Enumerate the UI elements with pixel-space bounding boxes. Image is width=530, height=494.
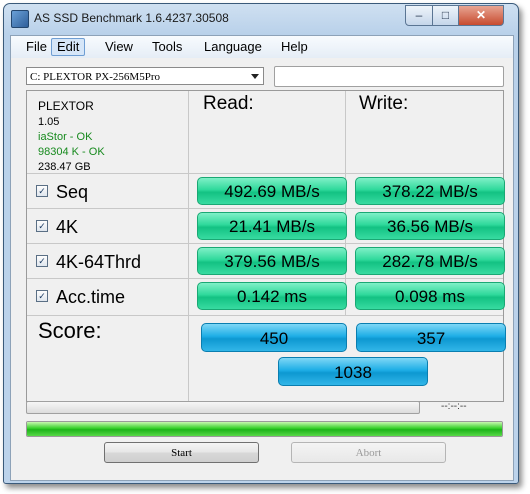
- check-icon[interactable]: ✓: [36, 220, 48, 233]
- minimize-button[interactable]: ‒: [405, 5, 433, 26]
- menu-help[interactable]: Help: [276, 39, 313, 55]
- acctime-read-value: 0.142 ms: [197, 282, 347, 310]
- drive-select[interactable]: C: PLEXTOR PX-256M5Pro: [26, 67, 264, 85]
- path-input[interactable]: [274, 66, 504, 87]
- menu-tools[interactable]: Tools: [147, 39, 187, 55]
- row-4k-label[interactable]: ✓ 4K: [36, 214, 78, 240]
- window-title: AS SSD Benchmark 1.6.4237.30508: [34, 11, 229, 25]
- overall-progress-fill: [27, 422, 502, 436]
- 4k64-read-value: 379.56 MB/s: [197, 247, 347, 275]
- close-icon: ✕: [475, 8, 487, 22]
- results-grid: PLEXTOR 1.05 iaStor - OK 98304 K - OK 23…: [26, 90, 506, 402]
- drive-model: PLEXTOR: [38, 99, 94, 113]
- 4k-write-value: 36.56 MB/s: [355, 212, 505, 240]
- minimize-icon: ‒: [415, 8, 423, 22]
- abort-button[interactable]: Abort: [291, 442, 446, 463]
- drive-select-value: C: PLEXTOR PX-256M5Pro: [30, 71, 160, 83]
- row-seq-label[interactable]: ✓ Seq: [36, 179, 88, 205]
- title-bar[interactable]: AS SSD Benchmark 1.6.4237.30508 ‒ □ ✕: [4, 4, 518, 34]
- maximize-icon: □: [441, 8, 450, 22]
- score-label: Score:: [38, 318, 102, 343]
- chevron-down-icon: [251, 74, 259, 79]
- app-window: AS SSD Benchmark 1.6.4237.30508 ‒ □ ✕ Fi…: [3, 3, 519, 484]
- menu-view[interactable]: View: [100, 39, 138, 55]
- grid-divider-1: [188, 91, 189, 401]
- seq-write-value: 378.22 MB/s: [355, 177, 505, 205]
- test-progress-bar: [26, 401, 420, 414]
- close-button[interactable]: ✕: [458, 5, 504, 26]
- menu-file[interactable]: File: [21, 39, 52, 55]
- start-button[interactable]: Start: [104, 442, 259, 463]
- grid-row-line-4: [27, 278, 503, 279]
- 4k-read-value: 21.41 MB/s: [197, 212, 347, 240]
- write-header: Write:: [359, 93, 409, 114]
- grid-row-line-3: [27, 243, 503, 244]
- read-header: Read:: [203, 93, 254, 114]
- drive-firmware: 1.05: [38, 116, 60, 128]
- app-icon: [11, 10, 29, 28]
- elapsed-time: --:--:--: [441, 401, 467, 412]
- score-read: 450: [201, 323, 347, 352]
- seq-read-value: 492.69 MB/s: [197, 177, 347, 205]
- row-4k64-label[interactable]: ✓ 4K-64Thrd: [36, 249, 141, 275]
- alignment-status: 98304 K - OK: [38, 146, 105, 158]
- overall-progress-bar: [26, 421, 503, 437]
- grid-row-line-2: [27, 208, 503, 209]
- acctime-write-value: 0.098 ms: [355, 282, 505, 310]
- grid-row-line-5: [27, 315, 503, 316]
- driver-status: iaStor - OK: [38, 131, 93, 143]
- maximize-button[interactable]: □: [432, 5, 459, 26]
- 4k64-write-value: 282.78 MB/s: [355, 247, 505, 275]
- client-area: File Edit View Tools Language Help C: PL…: [10, 35, 514, 481]
- score-write: 357: [356, 323, 506, 352]
- check-icon[interactable]: ✓: [36, 290, 48, 303]
- row-acctime-label[interactable]: ✓ Acc.time: [36, 284, 125, 310]
- check-icon[interactable]: ✓: [36, 185, 48, 198]
- score-total: 1038: [278, 357, 428, 386]
- check-icon[interactable]: ✓: [36, 255, 48, 268]
- menu-bar: File Edit View Tools Language Help: [11, 36, 513, 58]
- drive-size: 238.47 GB: [38, 161, 91, 173]
- grid-row-line-1: [27, 173, 503, 174]
- menu-edit[interactable]: Edit: [51, 38, 86, 56]
- menu-language[interactable]: Language: [199, 39, 267, 55]
